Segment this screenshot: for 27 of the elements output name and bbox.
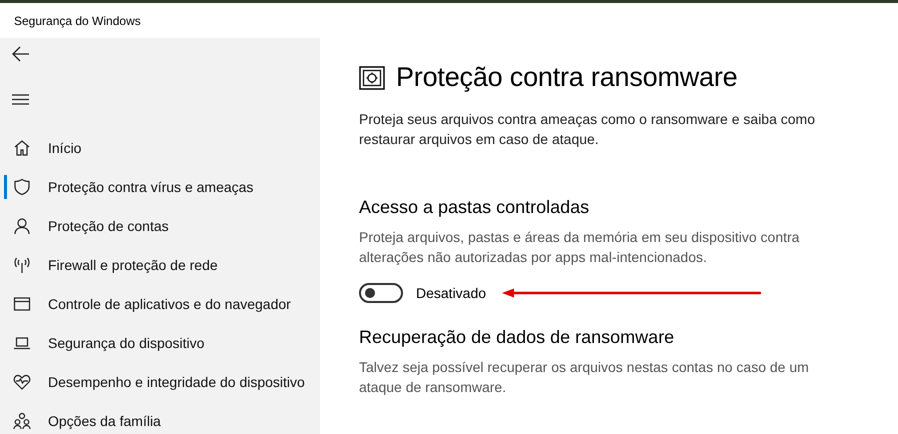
toggle-switch[interactable] bbox=[359, 283, 403, 303]
section-heading: Acesso a pastas controladas bbox=[359, 197, 590, 218]
window-title: Segurança do Windows bbox=[14, 14, 141, 28]
menu-icon[interactable] bbox=[12, 94, 29, 104]
nav-item[interactable]: Opções da família bbox=[0, 401, 320, 434]
antenna-icon bbox=[13, 256, 31, 274]
heart-pulse-icon bbox=[13, 372, 31, 390]
nav-item[interactable]: Proteção de contas bbox=[0, 206, 320, 245]
page-title: Proteção contra ransomware bbox=[396, 62, 738, 93]
family-icon bbox=[13, 412, 31, 430]
home-icon bbox=[13, 138, 31, 156]
section-description: Proteja arquivos, pastas e áreas da memória em seu dispositivo contra alterações não autorizadas por apps mal-intencionados. bbox=[359, 228, 800, 267]
nav-item[interactable]: Desempenho e integridade do dispositivo bbox=[0, 362, 320, 401]
section-heading: Recuperação de dados de ransomware bbox=[359, 327, 676, 348]
nav-item[interactable]: Controle de aplicativos e do navegador bbox=[0, 284, 320, 323]
nav-item[interactable]: Início bbox=[0, 128, 320, 167]
nav-item[interactable]: Firewall e proteção de rede bbox=[0, 245, 320, 284]
toggle-label: Desativado bbox=[416, 285, 486, 301]
person-icon bbox=[13, 216, 31, 234]
nav-item[interactable]: Segurança do dispositivo bbox=[0, 323, 320, 362]
section-description: Talvez seja possível recuperar os arquivos nestas contas no caso de um ataque de ransomware. bbox=[359, 358, 810, 397]
browser-window-icon bbox=[13, 294, 31, 312]
back-icon[interactable] bbox=[12, 46, 30, 62]
page-description: Proteja seus arquivos contra ameaças como o ransomware e saiba como restaurar arquivos em caso de ataque. bbox=[359, 110, 816, 149]
safe-icon bbox=[359, 66, 385, 90]
nav-item[interactable]: Proteção contra vírus e ameaças bbox=[0, 167, 320, 206]
shield-icon bbox=[13, 178, 31, 196]
